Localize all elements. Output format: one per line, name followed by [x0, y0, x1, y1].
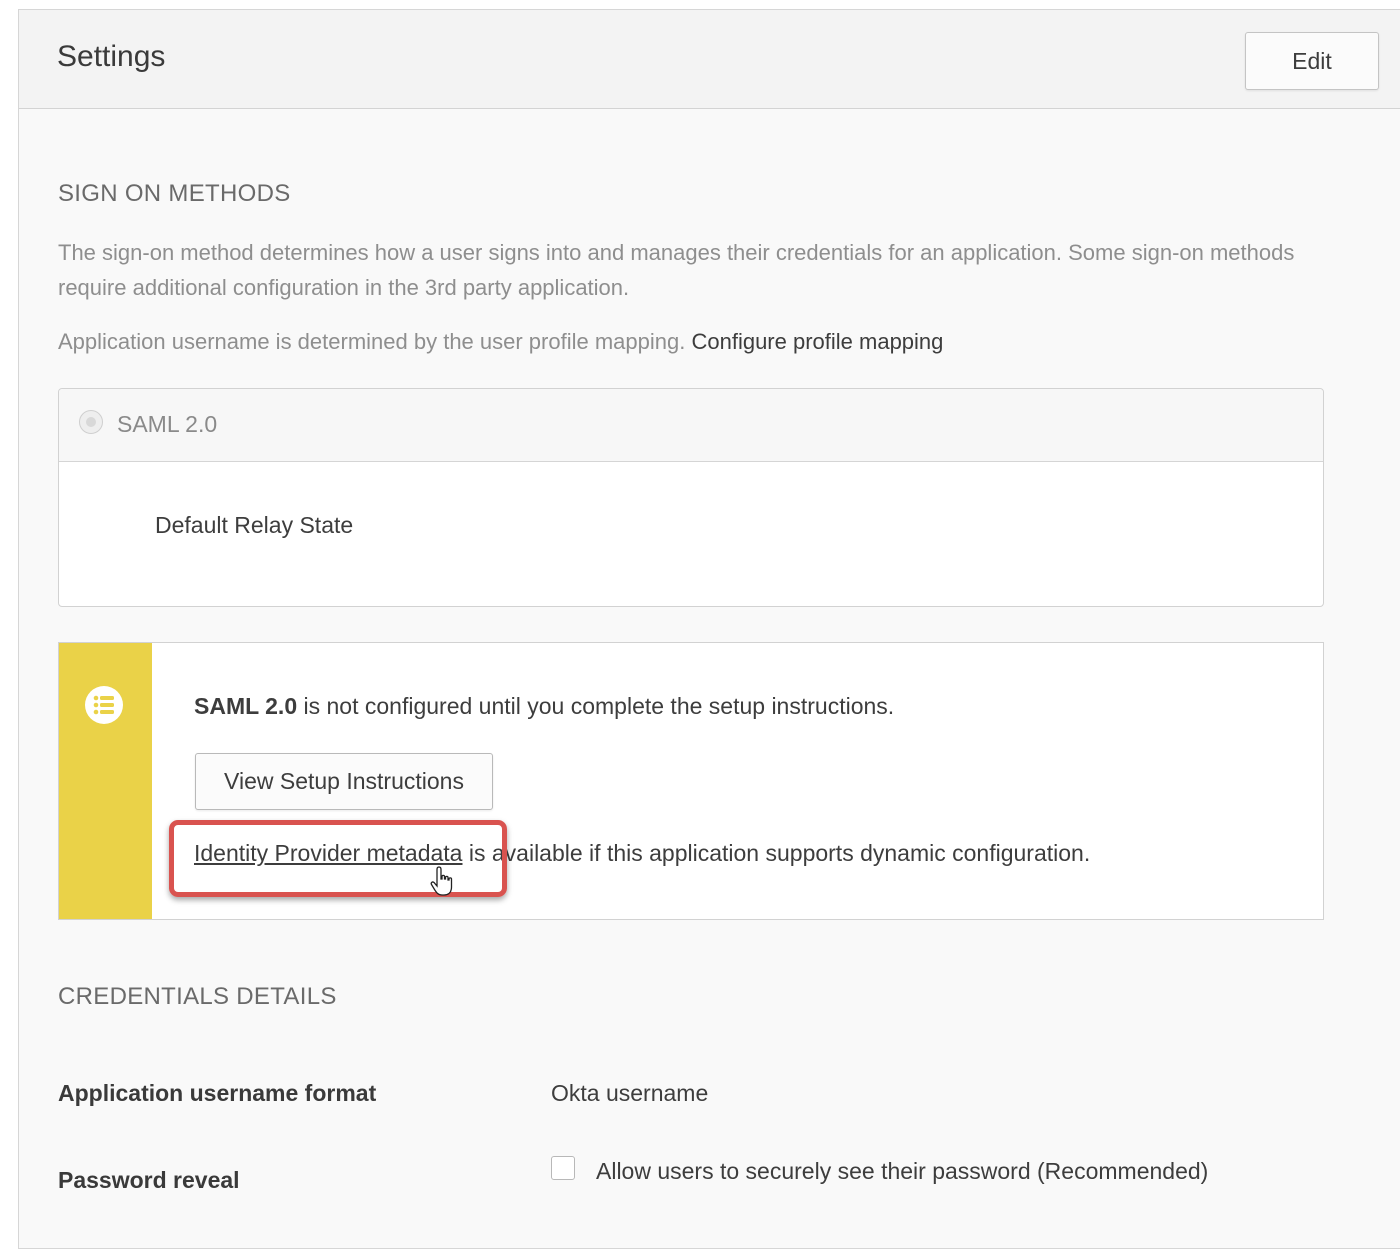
password-reveal-label: Password reveal — [58, 1167, 240, 1193]
saml-method-label: SAML 2.0 — [117, 411, 218, 437]
notice-accent-bar — [59, 643, 152, 919]
view-setup-instructions-button[interactable]: View Setup Instructions — [195, 753, 493, 810]
page-title: Settings — [57, 40, 166, 73]
credentials-details-heading: CREDENTIALS DETAILS — [58, 983, 337, 1010]
sign-on-methods-heading: SIGN ON METHODS — [58, 180, 291, 207]
password-reveal-checkbox-label[interactable]: Allow users to securely see their passwo… — [596, 1158, 1208, 1185]
configure-profile-mapping-link[interactable]: Configure profile mapping — [691, 329, 943, 354]
metadata-rest-text: is available if this application support… — [468, 840, 1091, 866]
edit-button[interactable]: Edit — [1245, 32, 1379, 90]
saml-radio[interactable] — [79, 410, 103, 434]
saml-method-box: SAML 2.0 Default Relay State — [58, 388, 1324, 607]
list-icon — [85, 686, 123, 724]
username-format-value: Okta username — [551, 1080, 709, 1106]
hand-cursor-icon — [430, 866, 453, 896]
username-format-label: Application username format — [58, 1080, 377, 1106]
notice-method-name: SAML 2.0 — [194, 693, 298, 719]
default-relay-state-label: Default Relay State — [155, 512, 354, 538]
username-note-text: Application username is determined by th… — [58, 329, 686, 354]
password-reveal-checkbox[interactable] — [551, 1156, 575, 1180]
saml-method-header: SAML 2.0 — [59, 389, 1323, 462]
sign-on-description: The sign-on method determines how a user… — [58, 240, 1295, 300]
setup-notice: SAML 2.0 is not configured until you com… — [58, 642, 1324, 920]
settings-header: Settings Edit — [19, 10, 1400, 109]
username-mapping-note: Application username is determined by th… — [58, 324, 1328, 359]
notice-message-text: is not configured until you complete the… — [303, 693, 895, 719]
notice-message: SAML 2.0 is not configured until you com… — [194, 693, 894, 720]
